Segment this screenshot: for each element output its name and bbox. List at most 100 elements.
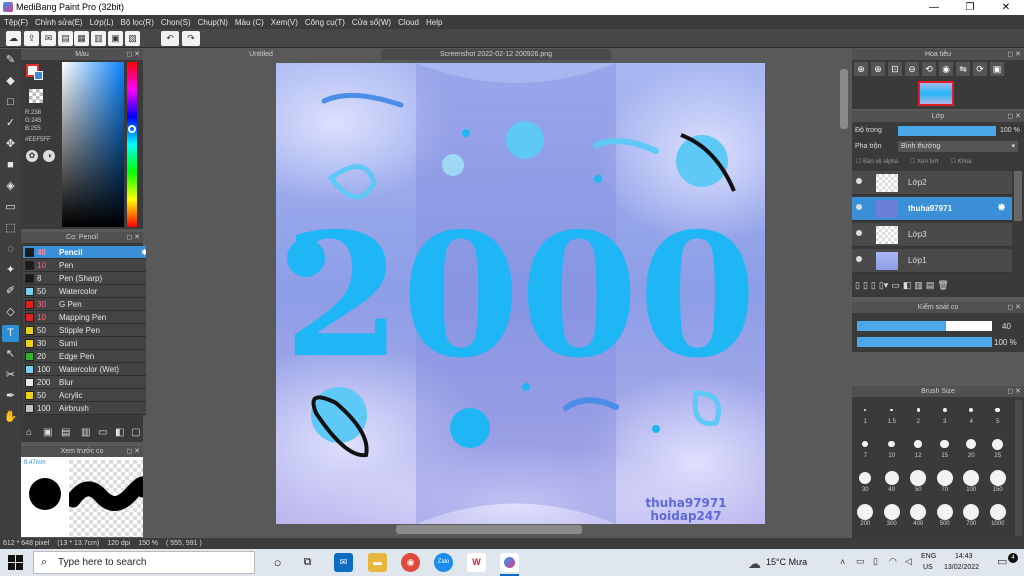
divide-tool-icon[interactable]: ✂ — [2, 367, 19, 384]
windows-start-icon[interactable] — [8, 555, 23, 570]
menu-edit[interactable]: Chỉnh sửa(E) — [35, 18, 83, 27]
brush-item-pen-sharp[interactable]: 8 Pen (Sharp) — [23, 272, 151, 285]
layer-row[interactable]: Lớp1 — [852, 249, 1012, 273]
brush-item-watercolor[interactable]: 50 Watercolor — [23, 285, 151, 298]
zoom-in-icon[interactable]: ⊕ — [854, 62, 868, 76]
artwork-canvas[interactable]: 2000 thuha97971 hoidap247 — [276, 63, 765, 524]
panel-close-icon[interactable]: ◻ ✕ — [126, 49, 140, 60]
medibang-taskbar-icon[interactable] — [500, 553, 519, 572]
menu-select[interactable]: Chọn(S) — [161, 18, 191, 27]
fit-icon[interactable]: ⊡ — [888, 62, 902, 76]
panel-close-icon[interactable]: ◻ ✕ — [126, 232, 140, 243]
merge-layer-icon[interactable]: ▥ — [914, 280, 923, 291]
menu-snap[interactable]: Chụp(N) — [198, 18, 228, 27]
brush-item-edge-pen[interactable]: 20 Edge Pen — [23, 350, 151, 363]
brush-size-cell[interactable]: 150 — [985, 467, 1012, 501]
brush-item-blur[interactable]: 200 Blur — [23, 376, 151, 389]
brush-size-cell[interactable]: 50 — [905, 467, 932, 501]
panel-close-icon[interactable]: ◻ ✕ — [126, 446, 140, 457]
color-mode-icon[interactable]: ◑ — [43, 150, 55, 162]
dot-tool-icon[interactable]: ✓ — [2, 115, 19, 132]
menu-view[interactable]: Xem(V) — [271, 18, 298, 27]
hand-tool-icon[interactable]: ✋ — [2, 409, 19, 426]
rotate-left-icon[interactable]: ⟲ — [922, 62, 936, 76]
brush-size-cell[interactable]: 4 — [958, 399, 985, 433]
operation-tool-icon[interactable]: ↖ — [2, 346, 19, 363]
brush-item-stipple-pen[interactable]: 50 Stipple Pen — [23, 324, 151, 337]
panel-close-icon[interactable]: ◻ ✕ — [1007, 302, 1021, 313]
brush-size-cell[interactable]: 400 — [905, 501, 932, 535]
layer-row-selected[interactable]: thuha97971 ✸ — [852, 197, 1012, 221]
visibility-eye-icon[interactable] — [856, 178, 862, 184]
network-icon[interactable]: ▭ — [856, 556, 865, 567]
brush-settings-icon[interactable]: ▣ — [43, 427, 52, 438]
brush-size-cell[interactable]: 7 — [852, 433, 879, 467]
brush-item-pencil[interactable]: 40 Pencil ✸ — [23, 246, 151, 259]
brush-tool-icon[interactable]: ✎ — [2, 52, 19, 69]
menu-cloud[interactable]: Cloud — [398, 18, 419, 27]
reset-view-icon[interactable]: ▣ — [990, 62, 1004, 76]
brush-size-cell[interactable]: 300 — [879, 501, 906, 535]
zoom-out-icon[interactable]: ⊖ — [905, 62, 919, 76]
cloud-icon[interactable]: ☁ — [6, 31, 21, 46]
move-tool-icon[interactable]: ✥ — [2, 136, 19, 153]
brush-opacity-slider[interactable] — [857, 337, 992, 347]
brush-duplicate-icon[interactable]: ◧ — [115, 427, 124, 438]
grid-icon[interactable]: ▥ — [91, 31, 106, 46]
brush-item-airbrush[interactable]: 100 Airbrush — [23, 402, 151, 415]
brush-size-cell[interactable]: 30 — [852, 467, 879, 501]
clipping-checkbox[interactable]: ☐ Xén bớt — [910, 158, 938, 165]
delete-layer-icon[interactable]: 🗑 — [937, 280, 948, 291]
zoom-in-alt-icon[interactable]: ⊕ — [871, 62, 885, 76]
brush-item-acrylic[interactable]: 50 Acrylic — [23, 389, 151, 402]
brush-size-cell[interactable]: 12 — [905, 433, 932, 467]
rotate-reset-icon[interactable]: ◉ — [939, 62, 953, 76]
brush-menu-icon[interactable]: ▤ — [61, 427, 70, 438]
menu-help[interactable]: Help — [426, 18, 442, 27]
tab-screenshot[interactable]: Screenshot 2022-02-12 200926.png — [381, 49, 611, 60]
background-color-swatch[interactable] — [34, 71, 43, 80]
brush-size-cell[interactable]: 700 — [958, 501, 985, 535]
palette-icon[interactable]: ✿ — [26, 150, 38, 162]
minimize-button[interactable]: — — [916, 0, 952, 15]
menu-file[interactable]: Tệp(F) — [4, 18, 28, 27]
comment-icon[interactable]: ✉ — [41, 31, 56, 46]
add-layer-menu-icon[interactable]: ▯▾ — [879, 280, 888, 291]
brush-item-watercolor-wet[interactable]: 100 Watercolor (Wet) — [23, 363, 151, 376]
eraser-tool-icon[interactable]: ◆ — [2, 73, 19, 90]
brush-size-cell[interactable]: 1 — [852, 399, 879, 433]
brush-size-slider[interactable] — [857, 321, 992, 331]
weather-text[interactable]: 15°C Mưa — [766, 557, 807, 567]
chrome-icon[interactable]: ◉ — [401, 553, 420, 572]
new-halftone-layer-icon[interactable]: ▯ — [863, 280, 868, 291]
canvas-horizontal-scrollbar[interactable] — [396, 525, 582, 534]
brush-size-cell[interactable]: 5 — [985, 399, 1012, 433]
tray-expand-icon[interactable]: ˄ — [840, 557, 845, 567]
transparent-color-swatch[interactable] — [29, 89, 43, 103]
menu-filter[interactable]: Bộ lọc(R) — [121, 18, 154, 27]
maximize-button[interactable]: ❐ — [952, 0, 988, 15]
settings-page-icon[interactable]: ▨ — [125, 31, 140, 46]
taskbar-search-input[interactable]: ⌕ Type here to search — [33, 551, 255, 574]
brush-size-cell[interactable]: 70 — [932, 467, 959, 501]
brush-copy-icon[interactable]: ▥ — [81, 427, 90, 438]
select-tool-icon[interactable]: ⬚ — [2, 220, 19, 237]
tab-untitled[interactable]: Untitled — [216, 49, 306, 60]
fill-rect-tool-icon[interactable]: ■ — [2, 157, 19, 174]
gear-icon[interactable]: ✸ — [997, 201, 1006, 214]
hue-slider-handle[interactable] — [128, 125, 136, 133]
clock-time[interactable]: 14:43 — [955, 553, 973, 560]
hue-slider[interactable] — [127, 62, 137, 227]
mail-icon[interactable]: ✉ — [334, 553, 353, 572]
language-indicator[interactable]: ENG — [921, 553, 936, 560]
panel-close-icon[interactable]: ◻ ✕ — [1007, 111, 1021, 122]
add-brush-icon[interactable]: ⌂ — [26, 427, 32, 438]
layer-opacity-slider[interactable] — [898, 126, 996, 136]
bucket-tool-icon[interactable]: ◈ — [2, 178, 19, 195]
brush-item-pen[interactable]: 10 Pen — [23, 259, 151, 272]
panel-close-icon[interactable]: ◻ ✕ — [1007, 49, 1021, 60]
brush-size-cell[interactable]: 2 — [905, 399, 932, 433]
brush-delete-icon[interactable]: ▢ — [131, 427, 140, 438]
file-explorer-icon[interactable]: ▬ — [368, 553, 387, 572]
brush-size-cell[interactable]: 20 — [958, 433, 985, 467]
